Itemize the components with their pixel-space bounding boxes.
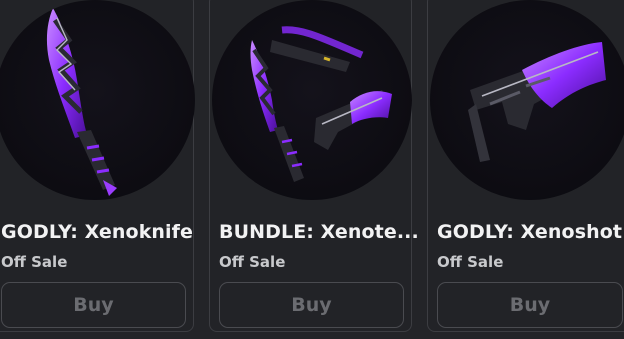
buy-button[interactable]: Buy [1,282,186,328]
item-thumbnail[interactable] [212,0,412,200]
buy-button[interactable]: Buy [437,282,623,328]
item-price-status: Off Sale [1,253,68,271]
item-name[interactable]: GODLY: Xenoknife [1,221,193,243]
item-card-xenoknife[interactable]: GODLY: Xenoknife Off Sale Buy [0,0,195,332]
buy-button[interactable]: Buy [219,282,404,328]
item-name[interactable]: BUNDLE: Xenote... [219,221,419,243]
item-price-status: Off Sale [437,253,504,271]
catalog-grid: GODLY: Xenoknife Off Sale Buy BUNDLE: Xe… [0,0,624,339]
item-name[interactable]: GODLY: Xenoshot [437,221,622,243]
item-card-xenotech-bundle[interactable]: BUNDLE: Xenote... Off Sale Buy [209,0,419,332]
xenoshot-icon [468,42,606,162]
item-card-xenoshot[interactable]: GODLY: Xenoshot Off Sale Buy [427,0,624,332]
xenotech-bundle-icon [250,26,392,182]
xenoknife-icon [46,8,117,196]
item-thumbnail[interactable] [0,0,195,200]
item-price-status: Off Sale [219,253,286,271]
item-thumbnail[interactable] [430,0,624,200]
